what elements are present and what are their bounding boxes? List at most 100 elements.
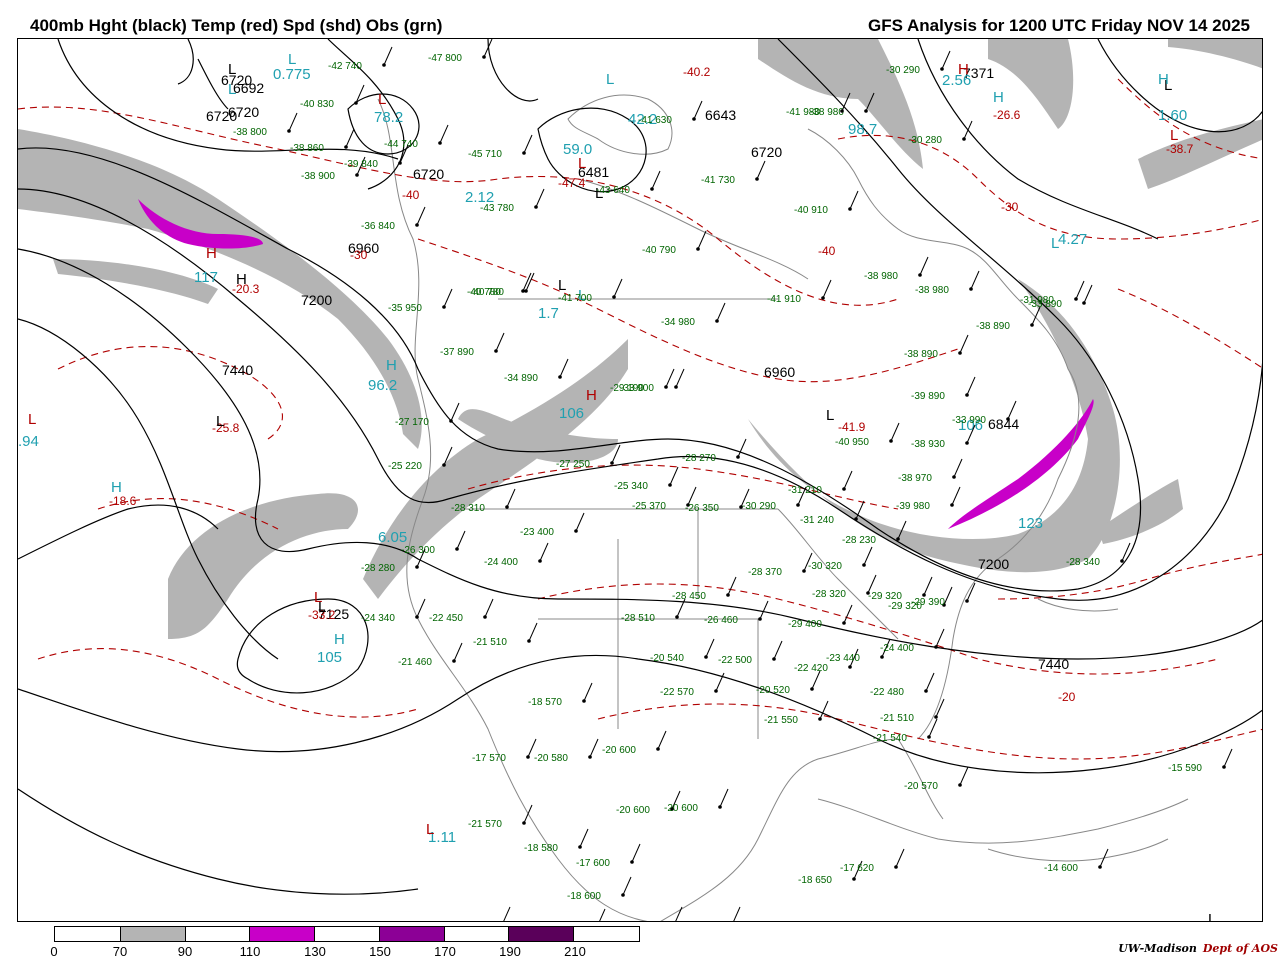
wind-barb [843, 604, 853, 624]
height-contour [487, 39, 539, 102]
wind-barb [953, 458, 963, 478]
wind-barb [589, 738, 599, 758]
wind-barb [1075, 280, 1085, 300]
temp-contour [417, 238, 959, 383]
wind-barb [416, 206, 426, 226]
wind-barb [506, 488, 516, 508]
boundary-line [817, 798, 1189, 844]
obs-label: -34 980 [661, 317, 695, 328]
obs-label: -38 980 [864, 271, 898, 282]
colorbar-swatch [55, 927, 121, 941]
wind-barb [737, 438, 747, 458]
obs-label: -22 420 [794, 663, 828, 674]
pressure-center-marker: L [216, 413, 224, 430]
height-contours [18, 39, 1262, 895]
obs-label: -27 170 [395, 417, 429, 428]
obs-label: -38 800 [233, 127, 267, 138]
pressure-center-marker: L [228, 61, 236, 78]
jet-streak-70kt [18, 129, 422, 449]
obs-label: -28 280 [361, 563, 395, 574]
colorbar-label: 170 [434, 944, 456, 959]
jet-streak-70kt [758, 39, 923, 169]
colorbar-swatch [444, 927, 510, 941]
obs-label: -28 310 [451, 503, 485, 514]
obs-label: -41 730 [701, 175, 735, 186]
wind-barb [925, 672, 935, 692]
wind-barb [288, 112, 298, 132]
wind-barb [1223, 748, 1233, 768]
colorbar-label: 110 [239, 944, 261, 959]
obs-label: -21 550 [764, 715, 798, 726]
wind-barb [439, 124, 449, 144]
wind-barb [453, 642, 463, 662]
wind-barb [716, 302, 726, 322]
obs-label: -45 710 [468, 149, 502, 160]
wind-barb [583, 682, 593, 702]
height-label: 6844 [988, 416, 1019, 432]
height-label: 6720 [413, 166, 444, 182]
obs-label: -31 210 [788, 485, 822, 496]
map-labels: 6720669267206720672066436720648169607200… [18, 39, 1233, 922]
jet-streak-70kt [748, 279, 1120, 573]
wind-barb [443, 288, 453, 308]
pressure-center-marker: H [334, 631, 345, 648]
obs-label: -21 460 [398, 657, 432, 668]
wind-barb [651, 170, 661, 190]
temp-contour [1117, 288, 1262, 369]
obs-label: -20 600 [616, 805, 650, 816]
temp-label: -47.4 [558, 176, 586, 190]
wind-barb [450, 402, 460, 422]
wind-barb [890, 422, 900, 442]
pressure-center-marker: L [28, 411, 36, 428]
speed-colorbar [54, 926, 640, 942]
speed-label: 123 [1018, 515, 1043, 532]
height-label: 6720 [228, 104, 259, 120]
wind-barb [959, 766, 969, 786]
obs-label: -28 340 [1066, 557, 1100, 568]
obs-label: -43 640 [596, 185, 630, 196]
speed-label: 98.7 [848, 121, 877, 138]
weather-map: 6720 6692 6720 6720 6720 6643 6720 6481 6960 7200… [17, 38, 1263, 922]
obs-label: -40 910 [794, 205, 828, 216]
credit: UW-Madison Dept of AOS [1118, 942, 1278, 955]
wind-barb [523, 134, 533, 154]
obs-label: -18 580 [676, 921, 710, 922]
obs-label: -22 480 [870, 687, 904, 698]
pressure-center-marker: H [586, 387, 597, 404]
pressure-center-marker: H [236, 271, 247, 288]
obs-label: -30 290 [886, 65, 920, 76]
colorbar-swatch [315, 927, 380, 941]
colorbar-label: 90 [177, 944, 193, 959]
obs-label: -24 340 [361, 613, 395, 624]
wind-barb [416, 598, 426, 618]
obs-label: -35 950 [388, 303, 422, 314]
wind-barb [733, 906, 741, 921]
obs-label: -26 460 [704, 615, 738, 626]
wind-barb [503, 906, 511, 921]
speed-label: 4.27 [1058, 231, 1087, 248]
speed-label: 96.2 [368, 377, 397, 394]
map-title: 400mb Hght (black) Temp (red) Spd (shd) … [30, 16, 443, 35]
jet-streak-70kt [1168, 39, 1262, 69]
pressure-center-marker: H [958, 61, 969, 78]
pressure-center-marker: L [578, 155, 586, 172]
obs-label: -25 340 [614, 481, 648, 492]
obs-label: -38 890 [976, 321, 1010, 332]
obs-label: -38 900 [301, 171, 335, 182]
wind-barb [559, 358, 569, 378]
obs-label: -29 190 [610, 383, 644, 394]
obs-label: -22 500 [718, 655, 752, 666]
height-label: 7200 [978, 556, 1009, 572]
colorbar-label: 210 [564, 944, 586, 959]
obs-label: -30 280 [908, 135, 942, 146]
obs-label: -28 510 [621, 613, 655, 624]
pressure-center-marker: L [826, 407, 834, 424]
speed-label: 106 [559, 405, 584, 422]
obs-label: -39 890 [911, 391, 945, 402]
obs-label: -18 580 [524, 843, 558, 854]
obs-label: -15 590 [1168, 763, 1202, 774]
wind-barb [966, 376, 976, 396]
obs-label: -20 540 [650, 653, 684, 664]
temperature-contours [18, 78, 1262, 760]
wind-barb [863, 546, 873, 566]
